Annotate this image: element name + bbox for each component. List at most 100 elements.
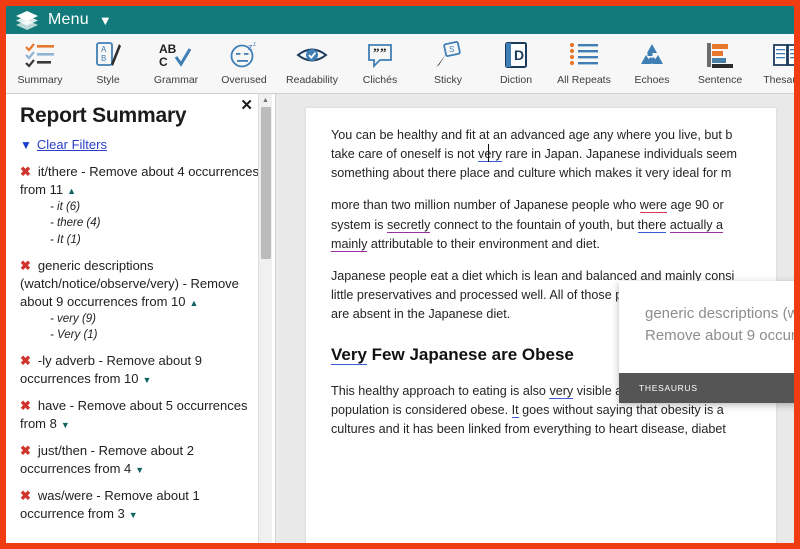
- eye-check-icon: [290, 38, 334, 72]
- flagged-word-very[interactable]: Very: [331, 345, 367, 366]
- rule-label: was/were - Remove about 1 occurrence fro…: [20, 487, 200, 521]
- checklist-icon: [18, 38, 62, 72]
- report-summary-sidebar: ✕ Report Summary ▼ Clear Filters ✖ it/the…: [6, 94, 276, 543]
- rule-item[interactable]: ✖ generic descriptions (watch/notice/obse…: [20, 257, 261, 343]
- toolbar-label: Sentence: [697, 74, 743, 86]
- doc-text: goes without saying that obesity is a: [518, 403, 724, 418]
- quote-bubble-icon: ” ”: [358, 38, 402, 72]
- toolbar-item-diction[interactable]: D Diction: [482, 38, 550, 86]
- x-icon[interactable]: ✖: [20, 488, 31, 503]
- flagged-word-there[interactable]: there: [637, 217, 667, 233]
- thesaurus-button[interactable]: THESAURUS: [639, 383, 698, 393]
- toolbar-item-all-repeats[interactable]: All Repeats: [550, 38, 618, 86]
- svg-text:A: A: [101, 45, 107, 54]
- rule-label: -ly adverb - Remove about 9 occurrences …: [20, 353, 202, 387]
- flagged-word-it[interactable]: It: [511, 403, 519, 419]
- doc-text: Few Japanese are Obese: [366, 345, 574, 365]
- caret-down-icon[interactable]: ▼: [143, 375, 152, 385]
- toolbar-label: All Repeats: [557, 74, 611, 86]
- clear-filters-row[interactable]: ▼ Clear Filters: [20, 137, 261, 152]
- flagged-word-secretly[interactable]: secretly: [386, 217, 431, 233]
- caret-down-icon[interactable]: ▼: [129, 510, 138, 520]
- rule-item[interactable]: ✖ just/then - Remove about 2 occurrences …: [20, 442, 261, 478]
- dictionary-book-icon: D: [494, 38, 538, 72]
- toolbar-item-grammar[interactable]: AB C Grammar: [142, 38, 210, 86]
- doc-text: population is considered obese.: [331, 403, 512, 418]
- rule-sub-item: - Very (1): [50, 329, 98, 341]
- x-icon[interactable]: ✖: [20, 443, 31, 458]
- paragraph-1: You can be healthy and fit at an advance…: [331, 126, 756, 183]
- flagged-word-were[interactable]: were: [639, 198, 668, 214]
- caret-down-icon[interactable]: ▼: [135, 465, 144, 475]
- chevron-down-icon[interactable]: ▼: [99, 14, 112, 27]
- toolbar-item-thesaurus[interactable]: Thesaurus: [754, 38, 794, 86]
- funnel-icon: ▼: [20, 137, 32, 152]
- rule-label: generic descriptions (watch/notice/obser…: [20, 257, 239, 309]
- caret-down-icon[interactable]: ▼: [61, 420, 70, 430]
- rule-label: just/then - Remove about 2 occurrences f…: [20, 443, 194, 477]
- rule-item[interactable]: ✖ it/there - Remove about 4 occurrences f…: [20, 163, 261, 248]
- toolbar-label: Clichés: [362, 74, 398, 86]
- svg-text:D: D: [514, 47, 524, 63]
- toolbar-item-readability[interactable]: Readability: [278, 38, 346, 86]
- caret-up-icon[interactable]: ▲: [189, 298, 198, 308]
- suggestion-popup[interactable]: generic descriptions (watch/notice/obser…: [619, 281, 794, 404]
- x-icon[interactable]: ✖: [20, 258, 31, 273]
- svg-text:B: B: [101, 54, 106, 63]
- x-icon[interactable]: ✖: [20, 164, 31, 179]
- close-icon[interactable]: ✕: [240, 98, 253, 113]
- doc-text: connect to the fountain of youth, but: [430, 217, 638, 232]
- caret-up-icon[interactable]: ▲: [67, 186, 76, 196]
- x-icon[interactable]: ✖: [20, 398, 31, 413]
- toolbar-label: Style: [96, 74, 120, 86]
- app-window: Menu ▼ Summary A B Style AB C Grammar z …: [0, 0, 800, 549]
- toolbar-item-sticky[interactable]: S Sticky: [414, 38, 482, 86]
- rule-item[interactable]: ✖ was/were - Remove about 1 occurrence fr…: [20, 487, 261, 523]
- flagged-word-very[interactable]: very: [478, 147, 502, 163]
- page-title: Report Summary: [20, 104, 187, 127]
- popup-action-bar: THESAURUS DISABLE RULE IGNORE: [619, 373, 794, 404]
- toolbar: Summary A B Style AB C Grammar z z Overu…: [6, 34, 794, 94]
- bullet-list-icon: [562, 38, 606, 72]
- open-book-icon: [766, 38, 794, 72]
- popup-line-1: generic descriptions (watch/notice/obser…: [645, 305, 794, 322]
- toolbar-item-style[interactable]: A B Style: [74, 38, 142, 86]
- flagged-word-very[interactable]: very: [549, 384, 574, 400]
- toolbar-item-echoes[interactable]: Echoes: [618, 38, 686, 86]
- title-bar: Menu ▼: [6, 6, 794, 34]
- toolbar-item-cliches[interactable]: ” ” Clichés: [346, 38, 414, 86]
- rule-sub-item: - it (6): [50, 200, 81, 213]
- x-icon[interactable]: ✖: [20, 353, 31, 368]
- flagged-word-actually[interactable]: actually a: [669, 217, 724, 233]
- menu-label[interactable]: Menu: [48, 11, 89, 29]
- books-stack-icon: [14, 10, 40, 30]
- sleeping-face-icon: z z: [222, 38, 266, 72]
- toolbar-item-sentence[interactable]: Sentence: [686, 38, 754, 86]
- bar-lengths-icon: [698, 38, 742, 72]
- toolbar-item-overused[interactable]: z z Overused: [210, 38, 278, 86]
- rule-item[interactable]: ✖ -ly adverb - Remove about 9 occurrences…: [20, 352, 261, 388]
- abc-check-icon: AB C: [154, 38, 198, 72]
- popup-card: generic descriptions (watch/notice/obser…: [619, 281, 794, 374]
- clear-filters-link[interactable]: Clear Filters: [37, 137, 107, 152]
- scroll-quill-icon: A B: [86, 38, 130, 72]
- scrollbar-thumb[interactable]: [261, 107, 271, 259]
- doc-text: This healthy approach to eating is also: [331, 384, 550, 399]
- doc-text: cultures and it has been linked from eve…: [331, 422, 726, 437]
- rule-sub-item: - there (4): [50, 217, 101, 230]
- rule-item[interactable]: ✖ have - Remove about 5 occurrences from …: [20, 397, 261, 433]
- rule-sub-item: - very (9): [50, 312, 96, 325]
- svg-text:z: z: [253, 42, 256, 48]
- paragraph-2: more than two million number of Japanese…: [331, 196, 756, 253]
- sidebar-scrollbar[interactable]: ▲: [258, 94, 272, 543]
- rule-sub-item: - It (1): [50, 233, 81, 246]
- svg-text:S: S: [449, 45, 454, 54]
- toolbar-label: Thesaurus: [763, 74, 794, 86]
- flagged-word-mainly[interactable]: mainly: [331, 236, 368, 252]
- caret-up-icon[interactable]: ▲: [259, 94, 272, 107]
- toolbar-label: Sticky: [433, 74, 462, 86]
- toolbar-label: Readability: [286, 74, 338, 86]
- toolbar-label: Diction: [499, 74, 533, 86]
- toolbar-item-summary[interactable]: Summary: [6, 38, 74, 86]
- svg-text:C: C: [159, 55, 168, 69]
